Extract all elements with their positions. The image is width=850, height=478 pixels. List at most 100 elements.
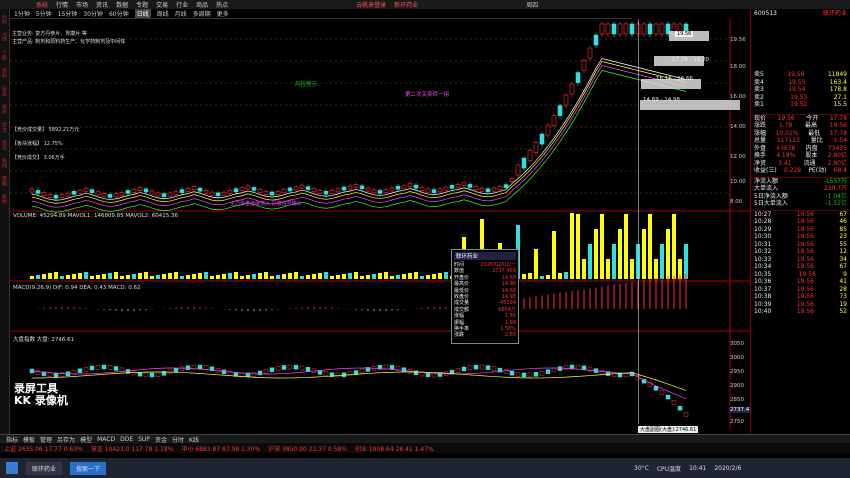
menu-item[interactable]: 专题 [136, 0, 148, 9]
volume-bar [252, 274, 256, 279]
index-axis-tick: 3000 [730, 355, 744, 361]
menu-item[interactable]: 数据 [116, 0, 128, 9]
ask-row[interactable]: 卖5 19.56 11849 [751, 71, 850, 79]
indicator-tab[interactable]: MACD [97, 436, 115, 443]
period-tab[interactable]: 周线 [157, 9, 169, 18]
index-ticker[interactable]: 上证 2635.06 17.77 0.63% [4, 444, 83, 453]
menu-item[interactable]: 市场 [76, 0, 88, 9]
candle-body [395, 185, 401, 190]
login-link[interactable]: 云帆来登录 [356, 0, 386, 9]
menu-item[interactable]: 系统 [36, 0, 48, 9]
period-tab[interactable]: 15分钟 [58, 9, 78, 18]
volume-bar [174, 272, 178, 279]
menu-item[interactable]: 资讯 [96, 0, 108, 9]
menu-item[interactable]: 行情 [56, 0, 68, 9]
volume-bar [138, 273, 142, 279]
ask-level: 卖1 [754, 101, 764, 108]
candle-body [533, 142, 539, 153]
info-auction-amount: 【竞价成交量】 5892.21万元 [12, 127, 80, 133]
index-candle [89, 365, 95, 371]
index-axis-tick: 2850 [730, 397, 744, 403]
volume-bar [534, 249, 538, 279]
tick-row: 10:28 19.56 46 [751, 218, 850, 226]
candle-body [305, 186, 311, 190]
candle-body [449, 185, 455, 189]
volume-bar [54, 272, 58, 279]
tooltip-key: 涨跌 [454, 332, 465, 339]
volume-bar [96, 275, 100, 279]
period-tab[interactable]: 5分钟 [36, 9, 52, 18]
candle-body [401, 185, 407, 189]
candle-body [65, 192, 71, 197]
tick-volume: 67 [839, 210, 847, 218]
period-tab[interactable]: 更多 [217, 9, 229, 18]
volume-bar [216, 275, 220, 279]
taskbar-app[interactable]: 搜索一下 [70, 461, 107, 475]
candle-body [473, 186, 479, 190]
index-candle [653, 385, 659, 391]
volume-bar [546, 275, 550, 279]
period-tab[interactable]: 30分钟 [83, 9, 103, 18]
left-nav-item[interactable]: 新闻 [1, 155, 8, 171]
candle-body [419, 186, 425, 191]
index-candle [425, 372, 431, 378]
tick-volume: 41 [839, 278, 847, 285]
left-nav-item[interactable]: 板块 [1, 101, 8, 117]
volume-bar [312, 274, 316, 279]
taskbar-app[interactable]: 联环药业 [26, 461, 63, 475]
candle-body [437, 188, 443, 193]
menu-item[interactable]: 交易 [156, 0, 168, 9]
left-nav-item[interactable]: 资料 [1, 65, 8, 81]
quote-panel: 600513 联环药业 卖5 19.56 11849 卖4 19.55 163.4 卖3 19… [750, 9, 850, 434]
ask-row[interactable]: 卖1 19.52 15.5 [751, 101, 850, 109]
index-ticker[interactable]: 中小 6883.87 87.98 1.30% [181, 444, 260, 453]
index-ticker[interactable]: 深证 10423.0 117.78 1.18% [91, 444, 174, 453]
menu-item[interactable]: 热点 [216, 0, 228, 9]
volume-bar [390, 276, 394, 279]
watermark-line: KK 录像机 [14, 394, 68, 407]
index-candle [611, 372, 617, 377]
period-tab[interactable]: 月线 [175, 9, 187, 18]
menu-item[interactable]: 商品 [196, 0, 208, 9]
candle-body [341, 186, 347, 191]
windows-start-icon[interactable] [6, 462, 18, 474]
cpu-label: CPU温度 [656, 465, 682, 473]
tick-row: 10:29 19.56 85 [751, 226, 850, 234]
volume-bar [186, 275, 190, 279]
left-nav-item[interactable]: 自选 [1, 83, 8, 99]
index-candle [95, 364, 101, 370]
indicator-tab[interactable]: DDE [120, 436, 133, 443]
stat-value: 117113 [776, 137, 800, 144]
left-nav-item[interactable]: 个股 [1, 47, 8, 63]
candle-body [623, 23, 629, 35]
candle-body [605, 23, 611, 35]
index-ticker[interactable]: 创业 1908.64 28.41 1.47% [355, 444, 434, 453]
ask-row[interactable]: 卖4 19.55 163.4 [751, 79, 850, 87]
volume-bar [294, 272, 298, 279]
left-nav-item[interactable]: 综合 [1, 119, 8, 135]
period-tab[interactable]: 多周期 [193, 9, 211, 18]
tick-volume: 12 [839, 248, 847, 255]
candle-body [575, 72, 581, 83]
period-tab-selected[interactable]: 日线 [134, 9, 151, 18]
left-nav-item[interactable]: 资讯 [1, 137, 8, 153]
volume-bar [336, 275, 340, 279]
ask-volume: 15.5 [833, 101, 847, 108]
menu-item[interactable]: 行业 [176, 0, 188, 9]
left-nav-item[interactable]: 分时 [1, 11, 8, 27]
period-tab[interactable]: 1分钟 [14, 9, 30, 18]
index-candle [275, 366, 281, 371]
candle-body [323, 190, 329, 195]
left-nav-item[interactable]: 机构 [1, 191, 8, 207]
left-nav-item[interactable]: 策略 [1, 173, 8, 189]
candle-body [461, 182, 467, 187]
left-nav-item[interactable]: K线 [1, 29, 8, 45]
indicator-tab[interactable]: SUP [138, 436, 150, 443]
ask-row[interactable]: 卖3 19.54 178.8 [751, 86, 850, 94]
volume-bar [522, 274, 526, 279]
period-tab[interactable]: 60分钟 [109, 9, 129, 18]
index-ticker[interactable]: 沪深 3850.90 22.37 0.58% [268, 444, 347, 453]
candle-body [47, 194, 53, 198]
ask-row[interactable]: 卖2 19.53 27.1 [751, 94, 850, 102]
volume-bar [552, 231, 556, 279]
